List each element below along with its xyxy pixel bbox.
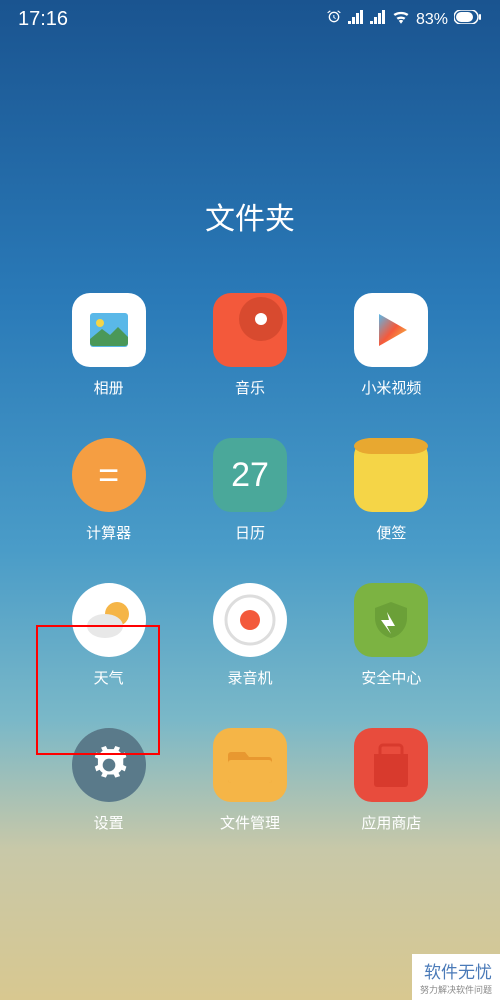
app-recorder[interactable]: 录音机 (189, 583, 310, 688)
gallery-icon (72, 293, 146, 367)
battery-icon (454, 10, 482, 29)
calendar-day: 27 (231, 456, 269, 495)
app-label: 天气 (94, 667, 124, 688)
app-gallery[interactable]: 相册 (48, 293, 169, 398)
app-label: 相册 (94, 377, 124, 398)
app-grid: 相册 音乐 小米视频 = 计算器 27 日历 便签 天气 (0, 293, 500, 833)
app-label: 文件管理 (220, 812, 280, 833)
app-label: 日历 (235, 522, 265, 543)
calendar-icon: 27 (213, 438, 287, 512)
clock: 17:16 (18, 8, 68, 31)
recorder-icon (213, 583, 287, 657)
folder-title: 文件夹 (0, 194, 500, 238)
appstore-icon (354, 728, 428, 802)
app-settings[interactable]: 设置 (48, 728, 169, 833)
app-calculator[interactable]: = 计算器 (48, 438, 169, 543)
watermark-title: 软件无忧 (420, 958, 492, 983)
watermark: 软件无忧 努力解决软件问题 (412, 954, 500, 1000)
app-label: 应用商店 (361, 812, 421, 833)
app-music[interactable]: 音乐 (189, 293, 310, 398)
alarm-icon (326, 9, 342, 30)
video-icon (354, 293, 428, 367)
status-bar: 17:16 83% (0, 0, 500, 39)
app-video[interactable]: 小米视频 (331, 293, 452, 398)
app-files[interactable]: 文件管理 (189, 728, 310, 833)
app-notes[interactable]: 便签 (331, 438, 452, 543)
security-icon (354, 583, 428, 657)
app-weather[interactable]: 天气 (48, 583, 169, 688)
calculator-icon: = (72, 438, 146, 512)
app-label: 小米视频 (361, 377, 421, 398)
app-label: 音乐 (235, 377, 265, 398)
equals-sign: = (98, 454, 119, 496)
settings-icon (72, 728, 146, 802)
weather-icon (72, 583, 146, 657)
wifi-icon (392, 10, 410, 29)
app-security[interactable]: 安全中心 (331, 583, 452, 688)
app-appstore[interactable]: 应用商店 (331, 728, 452, 833)
app-label: 设置 (94, 812, 124, 833)
app-label: 安全中心 (361, 667, 421, 688)
watermark-subtitle: 努力解决软件问题 (420, 983, 492, 996)
app-label: 便签 (376, 522, 406, 543)
app-label: 录音机 (227, 667, 272, 688)
notes-icon (354, 438, 428, 512)
battery-pct: 83% (416, 11, 448, 29)
signal-1-icon (348, 10, 364, 29)
signal-2-icon (370, 10, 386, 29)
status-indicators: 83% (326, 9, 482, 30)
app-calendar[interactable]: 27 日历 (189, 438, 310, 543)
files-icon (213, 728, 287, 802)
app-label: 计算器 (86, 522, 131, 543)
music-icon (213, 293, 287, 367)
